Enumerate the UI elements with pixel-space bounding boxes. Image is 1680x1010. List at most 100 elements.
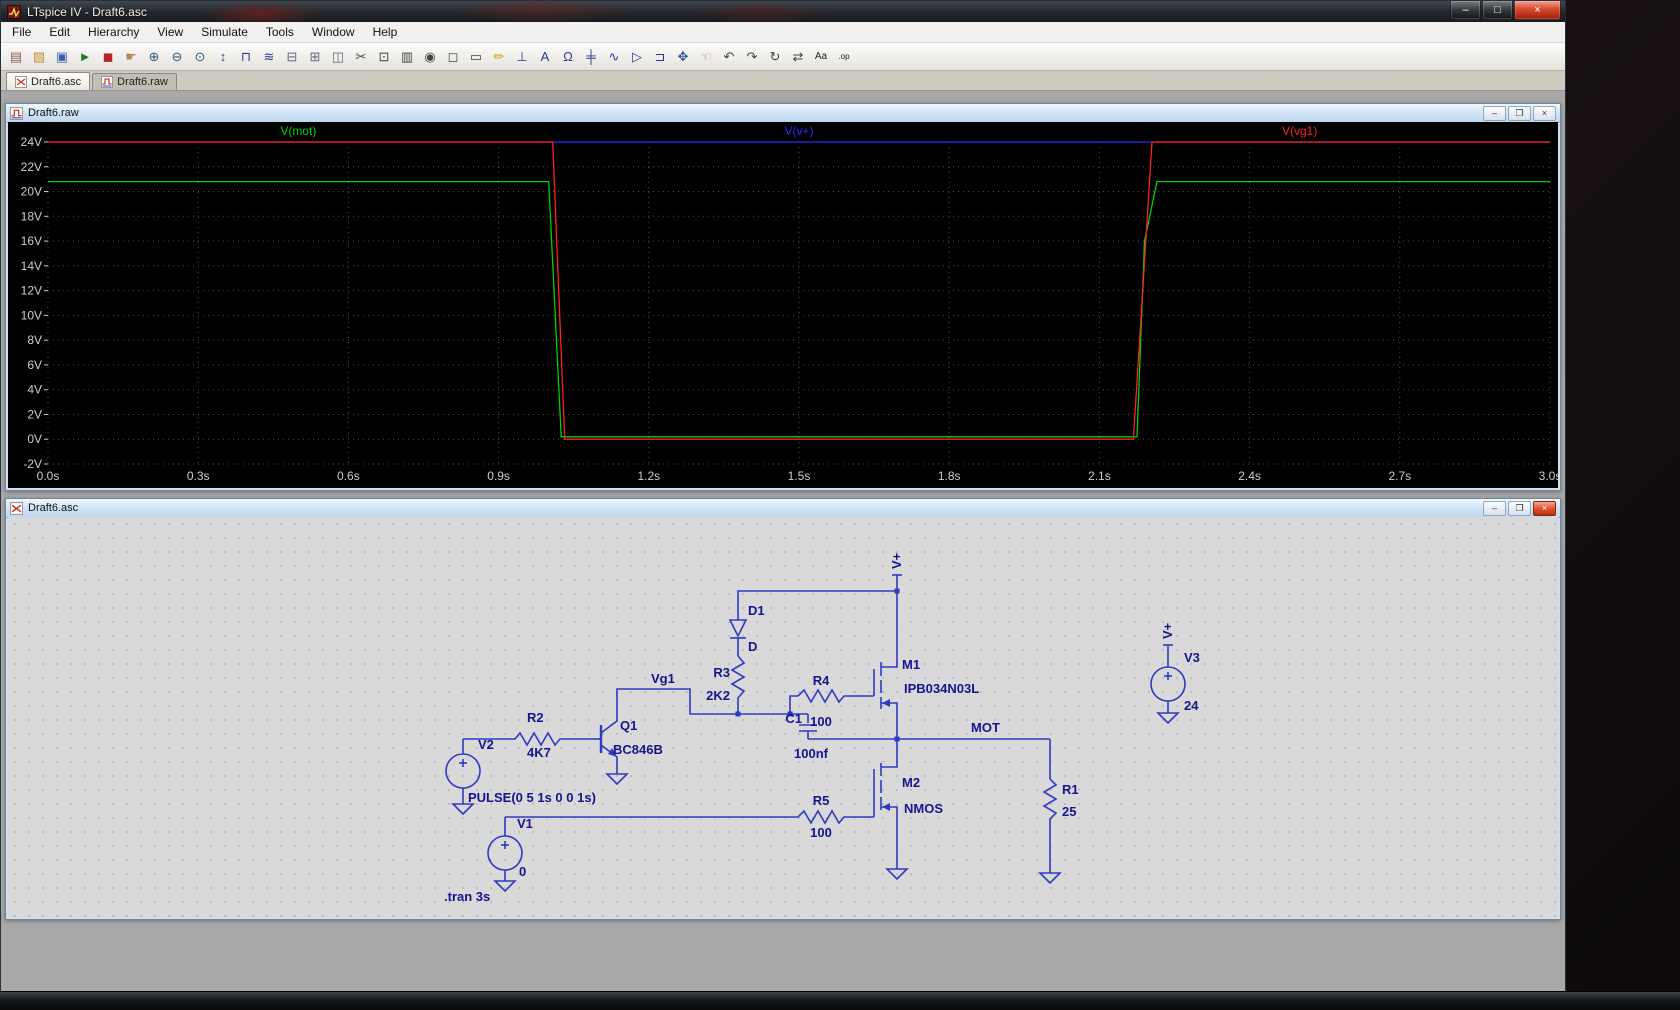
menu-item-view[interactable]: View	[148, 23, 192, 41]
menu-item-tools[interactable]: Tools	[257, 23, 303, 41]
y-axis-tick-label: 14V	[21, 259, 42, 273]
halt-icon[interactable]: ◼	[97, 46, 119, 67]
spice-directive-icon[interactable]: .op	[833, 46, 855, 67]
tabstrip: Draft6.asc Draft6.raw	[1, 71, 1565, 91]
schematic-window-title: Draft6.asc	[28, 502, 78, 514]
mosfet-M2-symbol[interactable]	[874, 739, 897, 869]
undo-icon[interactable]: ↶	[718, 46, 740, 67]
spice-directive-text: .tran 3s	[444, 889, 490, 904]
y-axis-tick-label: 12V	[21, 284, 42, 298]
waveform-window-titlebar[interactable]: Draft6.raw – ❐ ×	[6, 104, 1560, 123]
print-icon[interactable]: ▭	[465, 46, 487, 67]
schematic-doc-icon	[10, 502, 23, 515]
maximize-button[interactable]: □	[1482, 1, 1513, 20]
schematic-restore-button[interactable]: ❐	[1508, 501, 1531, 516]
new-schematic-icon[interactable]: ▤	[5, 46, 27, 67]
mosfet-M1-symbol[interactable]	[874, 654, 897, 739]
schematic-window-titlebar[interactable]: Draft6.asc – ❐ ×	[6, 499, 1560, 518]
zoom-extents-icon[interactable]: ⊙	[189, 46, 211, 67]
resistor-tool-icon[interactable]: Ω	[557, 46, 579, 67]
net-label-vg1: Vg1	[651, 671, 675, 686]
resistor-R3-symbol[interactable]	[732, 656, 744, 714]
menubar: FileEditHierarchyViewSimulateToolsWindow…	[1, 22, 1565, 43]
x-axis-tick-label: 0.3s	[187, 469, 210, 483]
menu-item-window[interactable]: Window	[303, 23, 364, 41]
open-file-icon[interactable]: ▨	[28, 46, 50, 67]
resistor-R1-symbol[interactable]	[1044, 779, 1056, 835]
schematic-close-button[interactable]: ×	[1533, 501, 1556, 516]
run-icon[interactable]: ►	[74, 46, 96, 67]
schematic-minimize-button[interactable]: –	[1483, 501, 1506, 516]
menu-item-help[interactable]: Help	[364, 23, 407, 41]
menu-item-edit[interactable]: Edit	[40, 23, 79, 41]
y-axis-tick-label: 24V	[21, 135, 42, 149]
tile-horizontal-icon[interactable]: ⊟	[281, 46, 303, 67]
copy-icon[interactable]: ⊡	[373, 46, 395, 67]
menu-item-hierarchy[interactable]: Hierarchy	[79, 23, 148, 41]
label-q1-value: BC846B	[613, 742, 663, 757]
trace-legend-label[interactable]: V(mot)	[280, 124, 316, 138]
plot-pane-icon[interactable]: ⊓	[235, 46, 257, 67]
pan-hand-icon[interactable]: ☛	[120, 46, 142, 67]
cut-icon[interactable]: ✂	[350, 46, 372, 67]
app-titlebar[interactable]: LTspice IV - Draft6.asc – □ ×	[1, 1, 1565, 22]
waveform-plot-canvas[interactable]: 24V22V20V18V16V14V12V10V8V6V4V2V0V-2V0.0…	[8, 122, 1558, 488]
redo-icon[interactable]: ↷	[741, 46, 763, 67]
label-v3-name: V3	[1184, 650, 1200, 665]
y-axis-tick-label: 10V	[21, 308, 42, 322]
tile-vertical-icon[interactable]: ⊞	[304, 46, 326, 67]
paste-icon[interactable]: ▥	[396, 46, 418, 67]
find-icon[interactable]: ◉	[419, 46, 441, 67]
schematic-canvas[interactable]: V+ V+ D1 D R3 2K2 R4 100 C1 100nf M1 IPB…	[8, 517, 1558, 917]
window-controls: – □ ×	[1450, 1, 1565, 20]
label-d1-value: D	[748, 639, 757, 654]
menu-item-file[interactable]: File	[3, 23, 40, 41]
capacitor-tool-icon[interactable]: ╪	[580, 46, 602, 67]
save-icon[interactable]: ▣	[51, 46, 73, 67]
x-axis-tick-label: 3.0s	[1539, 469, 1558, 483]
tab-draft6-raw[interactable]: Draft6.raw	[92, 73, 177, 90]
label-m1-name: M1	[902, 657, 920, 672]
x-axis-tick-label: 0.0s	[37, 469, 60, 483]
wire-tool-icon[interactable]: ✏	[488, 46, 510, 67]
waveform-restore-button[interactable]: ❐	[1508, 106, 1531, 121]
net-label-tool-icon[interactable]: A	[534, 46, 556, 67]
label-r4-name: R4	[813, 673, 830, 688]
y-axis-tick-label: 8V	[27, 333, 42, 347]
menu-item-simulate[interactable]: Simulate	[192, 23, 257, 41]
ltspice-app-icon	[7, 5, 21, 19]
schematic-window: Draft6.asc – ❐ ×	[5, 498, 1561, 920]
label-d1-name: D1	[748, 603, 765, 618]
zoom-out-icon[interactable]: ⊖	[166, 46, 188, 67]
trace-legend-label[interactable]: V(v+)	[784, 124, 813, 138]
rotate-icon[interactable]: ↻	[764, 46, 786, 67]
zoom-in-icon[interactable]: ⊕	[143, 46, 165, 67]
drag-tool-icon[interactable]: ☜	[695, 46, 717, 67]
tab-draft6-asc[interactable]: Draft6.asc	[6, 72, 90, 90]
mirror-icon[interactable]: ⇄	[787, 46, 809, 67]
diode-tool-icon[interactable]: ▷	[626, 46, 648, 67]
app-title: LTspice IV - Draft6.asc	[27, 5, 147, 19]
mark-data-points-icon[interactable]: ≋	[258, 46, 280, 67]
label-c1-value: 100nf	[794, 746, 829, 761]
waveform-close-button[interactable]: ×	[1533, 106, 1556, 121]
minimize-button[interactable]: –	[1450, 1, 1481, 20]
x-axis-tick-label: 1.8s	[938, 469, 961, 483]
text-tool-icon[interactable]: Aa	[810, 46, 832, 67]
print-setup-icon[interactable]: ◻	[442, 46, 464, 67]
component-tool-icon[interactable]: ⊐	[649, 46, 671, 67]
voltage-source-V3-symbol[interactable]	[1151, 645, 1185, 713]
close-button[interactable]: ×	[1514, 1, 1561, 20]
waveform-minimize-button[interactable]: –	[1483, 106, 1506, 121]
trace-legend-label[interactable]: V(vg1)	[1282, 124, 1317, 138]
diode-D1-symbol[interactable]	[730, 620, 746, 638]
resistor-R5-symbol[interactable]	[505, 811, 874, 823]
autorange-y-icon[interactable]: ↕	[212, 46, 234, 67]
schematic-window-controls: – ❐ ×	[1483, 501, 1556, 516]
cascade-windows-icon[interactable]: ◫	[327, 46, 349, 67]
waveform-plot-area: 24V22V20V18V16V14V12V10V8V6V4V2V0V-2V0.0…	[8, 122, 1558, 488]
ground-tool-icon[interactable]: ⊥	[511, 46, 533, 67]
resistor-R4-symbol[interactable]	[798, 690, 874, 702]
inductor-tool-icon[interactable]: ∿	[603, 46, 625, 67]
move-tool-icon[interactable]: ✥	[672, 46, 694, 67]
